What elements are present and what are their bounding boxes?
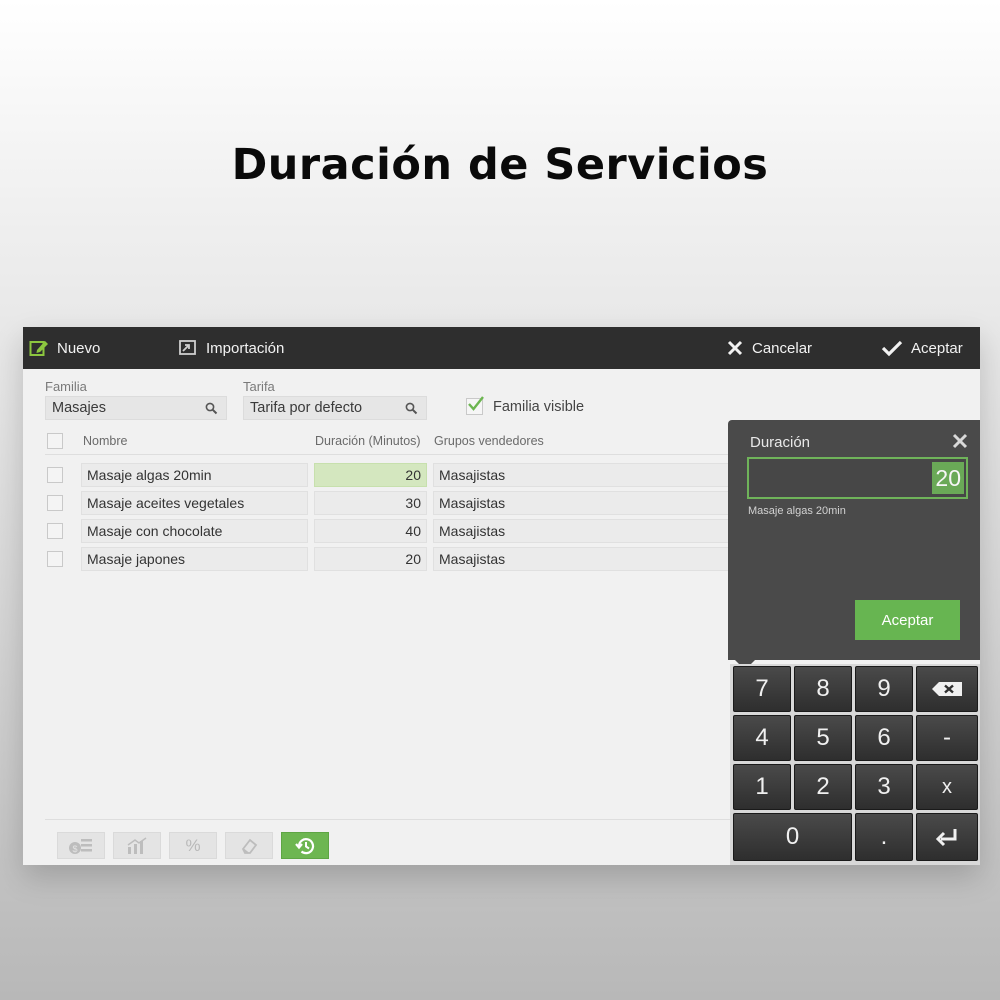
page-title: Duración de Servicios (231, 140, 769, 190)
nuevo-label: Nuevo (57, 339, 101, 357)
numpad-key-x[interactable]: x (916, 764, 978, 810)
tarifa-value: Tarifa por defecto (250, 400, 363, 416)
cell-nombre: Masaje aceites vegetales (81, 491, 308, 515)
duracion-popup: Duración 20 Masaje algas 20min Aceptar (728, 420, 980, 660)
numpad-key-3[interactable]: 3 (855, 764, 913, 810)
numpad-key-4[interactable]: 4 (733, 715, 791, 761)
checkbox-box (466, 396, 484, 415)
cell-grupo: Masajistas (433, 547, 733, 571)
history-icon (295, 837, 315, 854)
price-list-icon: $ (69, 838, 92, 854)
chart-icon (127, 836, 147, 854)
cell-nombre: Masaje algas 20min (81, 463, 308, 487)
check-icon (881, 340, 903, 357)
familia-field[interactable]: Masajes (45, 396, 227, 420)
numpad-key-9[interactable]: 9 (855, 666, 913, 712)
col-header-nombre: Nombre (83, 434, 128, 448)
row-checkbox[interactable] (47, 523, 63, 539)
cell-grupo: Masajistas (433, 519, 733, 543)
row-checkbox[interactable] (47, 467, 63, 483)
familia-visible-checkbox[interactable]: Familia visible (466, 396, 585, 415)
search-icon (205, 402, 218, 415)
cell-duracion[interactable]: 20 (314, 463, 427, 487)
numpad: 7 8 9 4 5 6 - 1 2 3 x 0 . (730, 664, 980, 865)
app-window: Nuevo Importación Cancelar Aceptar Famil… (23, 327, 980, 865)
aceptar-toolbar-label: Aceptar (911, 339, 963, 357)
numpad-key-minus[interactable]: - (916, 715, 978, 761)
tarifa-field[interactable]: Tarifa por defecto (243, 396, 427, 420)
enter-icon (935, 829, 957, 847)
importacion-button[interactable]: Importación (178, 327, 284, 369)
svg-text:$: $ (72, 844, 77, 854)
backspace-key[interactable] (916, 666, 978, 712)
importacion-label: Importación (206, 339, 285, 357)
history-button[interactable] (281, 832, 329, 859)
cell-nombre: Masaje con chocolate (81, 519, 308, 543)
cancelar-label: Cancelar (752, 339, 813, 357)
eraser-button[interactable] (225, 832, 273, 859)
bottom-divider (45, 819, 755, 820)
row-checkbox[interactable] (47, 495, 63, 511)
nuevo-button[interactable]: Nuevo (29, 327, 100, 369)
header-divider (45, 454, 755, 455)
cell-nombre: Masaje japones (81, 547, 308, 571)
eraser-icon (241, 838, 258, 854)
cell-grupo: Masajistas (433, 463, 733, 487)
familia-visible-label: Familia visible (493, 398, 585, 415)
close-icon[interactable] (952, 433, 968, 449)
numpad-key-8[interactable]: 8 (794, 666, 852, 712)
chart-button[interactable] (113, 832, 161, 859)
toolbar: Nuevo Importación Cancelar Aceptar (23, 327, 980, 369)
aceptar-toolbar-button[interactable]: Aceptar (881, 327, 963, 369)
popup-subtitle: Masaje algas 20min (748, 505, 846, 517)
duracion-input[interactable]: 20 (747, 457, 968, 499)
familia-value: Masajes (52, 400, 106, 416)
select-all-checkbox[interactable] (47, 433, 63, 449)
edit-icon (29, 341, 48, 356)
cancelar-button[interactable]: Cancelar (726, 327, 812, 369)
cell-duracion[interactable]: 30 (314, 491, 427, 515)
duracion-value: 20 (932, 462, 964, 494)
numpad-key-0[interactable]: 0 (733, 813, 852, 861)
row-checkbox[interactable] (47, 551, 63, 567)
numpad-key-decimal[interactable]: . (855, 813, 913, 861)
backspace-icon (932, 682, 962, 696)
cell-grupo: Masajistas (433, 491, 733, 515)
col-header-duracion: Duración (Minutos) (315, 434, 421, 448)
percent-button[interactable]: % (169, 832, 217, 859)
numpad-key-5[interactable]: 5 (794, 715, 852, 761)
price-list-button[interactable]: $ (57, 832, 105, 859)
popup-title: Duración (750, 434, 811, 451)
numpad-key-7[interactable]: 7 (733, 666, 791, 712)
search-icon (405, 402, 418, 415)
import-icon (179, 340, 196, 355)
tarifa-label: Tarifa (243, 379, 275, 394)
numpad-key-2[interactable]: 2 (794, 764, 852, 810)
popup-aceptar-button[interactable]: Aceptar (855, 600, 960, 640)
enter-key[interactable] (916, 813, 978, 861)
cell-duracion[interactable]: 40 (314, 519, 427, 543)
checkmark-icon (468, 396, 484, 411)
numpad-key-6[interactable]: 6 (855, 715, 913, 761)
familia-label: Familia (45, 379, 87, 394)
cell-duracion[interactable]: 20 (314, 547, 427, 571)
close-icon (727, 340, 743, 356)
col-header-grupos: Grupos vendedores (434, 434, 544, 448)
percent-icon: % (185, 835, 201, 855)
numpad-key-1[interactable]: 1 (733, 764, 791, 810)
